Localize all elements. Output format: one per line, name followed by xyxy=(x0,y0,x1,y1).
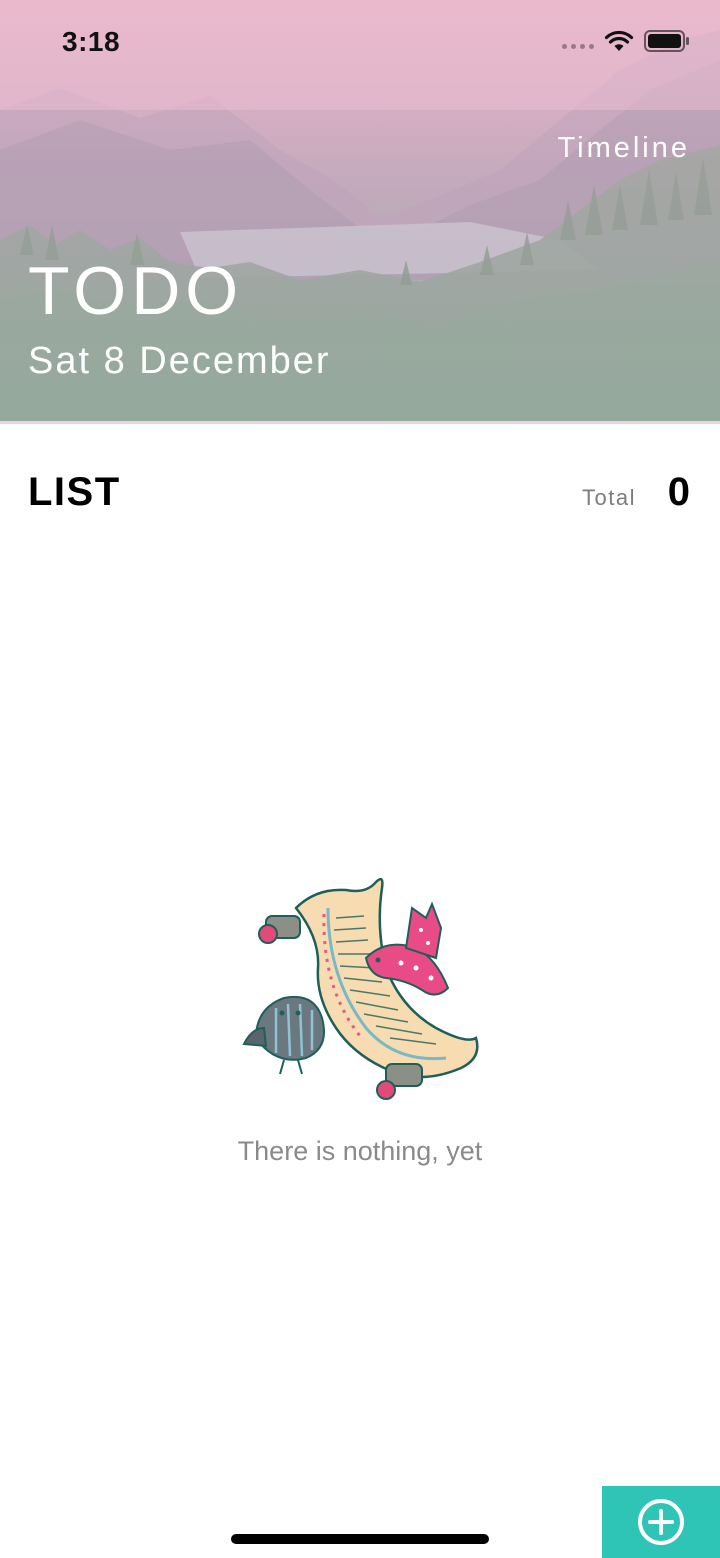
list-title: LIST xyxy=(28,470,121,514)
total-count: 0 xyxy=(667,470,690,514)
scroll-with-birds-illustration xyxy=(242,877,479,1100)
status-time: 3:18 xyxy=(62,26,121,57)
home-indicator xyxy=(231,1534,489,1544)
empty-state-message: There is nothing, yet xyxy=(237,1136,483,1166)
timeline-link[interactable]: Timeline xyxy=(557,132,690,165)
add-task-button[interactable] xyxy=(602,1486,720,1558)
header-divider xyxy=(0,421,720,424)
status-icons xyxy=(562,30,690,52)
wifi-icon xyxy=(604,30,634,51)
battery-icon xyxy=(644,30,689,52)
date-label: Sat 8 December xyxy=(28,340,331,382)
total-label: Total xyxy=(582,485,636,510)
page-title: TODO xyxy=(28,253,244,329)
todo-screen: 3:18 Timeline TODO Sat 8 December LIST T… xyxy=(0,0,720,1558)
header-banner: 3:18 Timeline TODO Sat 8 December xyxy=(0,0,720,423)
cellular-signal-icon xyxy=(562,33,594,49)
plus-circle-icon xyxy=(638,1499,684,1545)
